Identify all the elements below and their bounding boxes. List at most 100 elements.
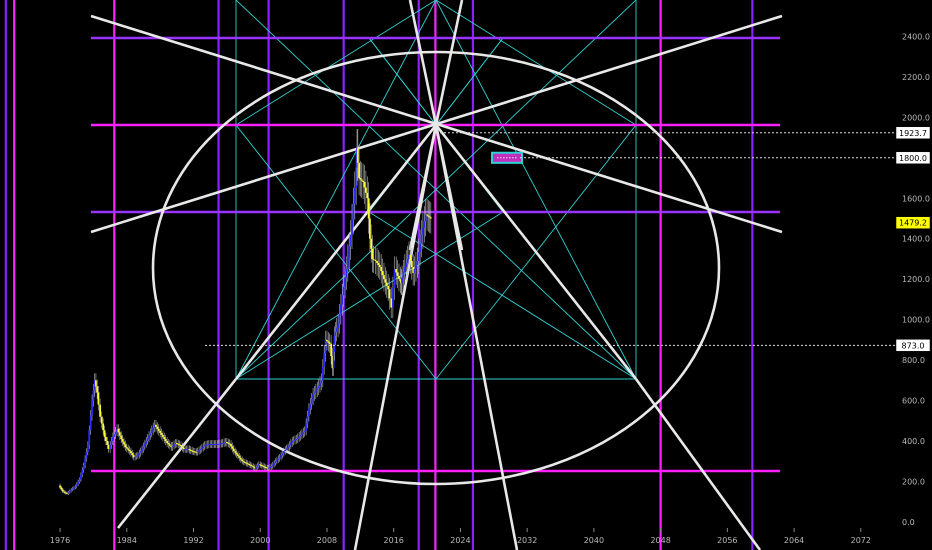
price-bar (256, 465, 259, 467)
x-tick-label: 2048 (650, 536, 670, 545)
price-bar (335, 327, 338, 332)
price-bar (351, 219, 353, 235)
price-bar (324, 339, 327, 354)
price-bar (341, 295, 344, 305)
price-bar (270, 466, 273, 468)
price-bar (92, 390, 95, 401)
x-tick-label: 2064 (784, 536, 804, 545)
price-bar (74, 486, 77, 488)
price-bar (371, 248, 374, 259)
price-bar (380, 267, 383, 272)
price-bar (71, 488, 74, 490)
price-bar (358, 162, 360, 179)
price-bar (372, 258, 375, 260)
price-bar (118, 432, 121, 436)
price-bar (198, 450, 200, 452)
price-bar (353, 188, 356, 204)
price-bar (160, 432, 163, 435)
price-bar (338, 314, 341, 324)
price-bar (97, 392, 100, 405)
price-bar (376, 260, 378, 263)
price-bar (81, 470, 84, 475)
price-label-text: 1479.2 (899, 219, 927, 228)
price-bar (383, 275, 385, 280)
price-bar (303, 430, 306, 433)
target-box (491, 151, 523, 164)
y-tick-label: 600.0 (902, 397, 925, 406)
price-bar (156, 426, 159, 429)
price-bar (138, 453, 141, 456)
price-bar (137, 455, 139, 457)
price-bar (395, 269, 398, 273)
price-bar (168, 444, 171, 446)
price-bar (68, 490, 71, 493)
price-bar (61, 489, 64, 492)
price-bar (180, 445, 182, 447)
price-bar (173, 444, 175, 446)
price-bar (238, 456, 241, 458)
price-bar (403, 267, 406, 273)
price-bar (415, 265, 417, 270)
price-bar (349, 234, 352, 247)
price-bar (155, 424, 157, 427)
price-bar (110, 441, 113, 446)
x-tick-label: 2040 (584, 536, 604, 545)
price-bar (377, 262, 380, 266)
price-bar (323, 353, 326, 367)
price-bar (111, 436, 114, 442)
price-bar (374, 259, 377, 261)
price-bar (342, 286, 345, 296)
price-bar (363, 182, 366, 188)
price-bar (127, 448, 130, 450)
price-bar (278, 457, 281, 459)
price-bar (416, 260, 419, 266)
price-bar (100, 416, 103, 424)
price-bar (417, 252, 420, 261)
x-tick-label: 2056 (717, 536, 737, 545)
price-bar (388, 289, 391, 299)
y-tick-label: 800.0 (902, 356, 925, 365)
price-bar (167, 443, 170, 445)
price-bar (95, 380, 97, 387)
price-bar (406, 258, 409, 263)
price-bar (398, 275, 400, 280)
price-bar (427, 215, 430, 217)
price-bar (166, 441, 169, 444)
price-bar (366, 192, 369, 199)
price-bar (276, 459, 278, 462)
price-bar (121, 438, 124, 442)
price-bar (99, 404, 101, 417)
y-tick-label: 1000.0 (902, 316, 930, 325)
price-bar (295, 438, 298, 440)
price-bar (163, 436, 166, 439)
price-bar (237, 454, 239, 457)
price-bar (141, 449, 143, 452)
price-bar (60, 487, 63, 490)
price-bar (252, 466, 255, 468)
price-bar (114, 431, 117, 435)
price-bar (109, 445, 112, 450)
price-bar (84, 458, 86, 466)
price-bar (316, 388, 319, 391)
price-bar (360, 179, 363, 181)
price-bar (171, 445, 174, 448)
price-bar (91, 400, 93, 416)
price-bar (120, 435, 123, 439)
price-bar (288, 445, 291, 448)
x-tick-label: 1984 (117, 536, 137, 545)
price-bar (348, 246, 351, 258)
price-bar (131, 453, 134, 456)
x-tick-label: 2024 (450, 536, 470, 545)
price-bar (89, 415, 92, 431)
price-bar (128, 449, 131, 452)
x-tick-label: 1976 (50, 536, 70, 545)
price-bar (73, 487, 75, 489)
price-bar (312, 394, 314, 400)
price-bar (378, 265, 381, 268)
price-bar (369, 218, 371, 239)
price-bar (387, 285, 390, 290)
y-tick-label: 1400.0 (902, 235, 930, 244)
price-bar (235, 452, 238, 455)
price-bar (96, 386, 99, 393)
price-bar (306, 416, 309, 424)
